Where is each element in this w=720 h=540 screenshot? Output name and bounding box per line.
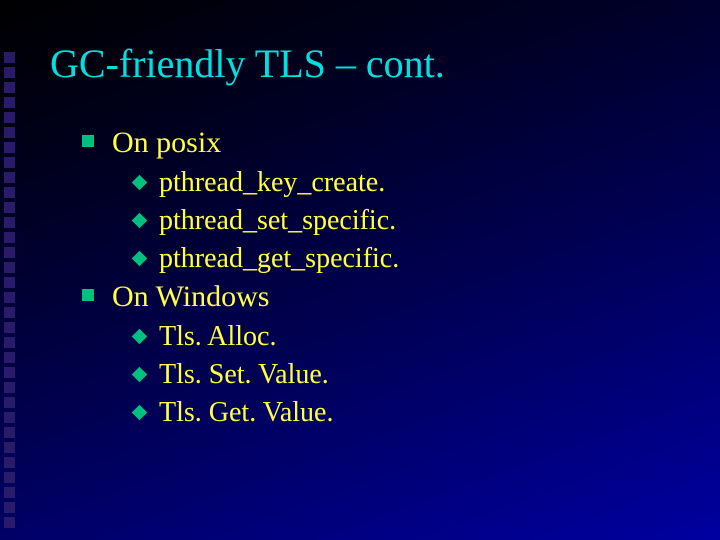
- list-item: On posix: [82, 123, 680, 162]
- diamond-bullet-icon: [132, 250, 148, 266]
- diamond-bullet-icon: [132, 213, 148, 229]
- list-subitem: pthread_set_specific.: [134, 202, 680, 240]
- square-bullet-icon: [82, 289, 94, 301]
- list-subitem-text: pthread_get_specific.: [159, 240, 399, 278]
- list-subitem: pthread_key_create.: [134, 164, 680, 202]
- list-item: On Windows: [82, 277, 680, 316]
- list-subitem: Tls. Get. Value.: [134, 394, 680, 432]
- square-bullet-icon: [82, 135, 94, 147]
- list-item-text: On Windows: [112, 277, 269, 316]
- list-subitem: Tls. Alloc.: [134, 318, 680, 356]
- list-item-text: On posix: [112, 123, 221, 162]
- diamond-bullet-icon: [132, 175, 148, 191]
- list-subitem-text: pthread_key_create.: [159, 164, 385, 202]
- slide-title: GC-friendly TLS – cont.: [50, 40, 680, 87]
- list-subitem-text: Tls. Alloc.: [159, 318, 276, 356]
- list-subitem: pthread_get_specific.: [134, 240, 680, 278]
- diamond-bullet-icon: [132, 367, 148, 383]
- list-subitem: Tls. Set. Value.: [134, 356, 680, 394]
- list-subitem-text: pthread_set_specific.: [159, 202, 396, 240]
- diamond-bullet-icon: [132, 329, 148, 345]
- list-subitem-text: Tls. Get. Value.: [159, 394, 333, 432]
- slide-body: On posix pthread_key_create. pthread_set…: [82, 123, 680, 432]
- list-subitem-text: Tls. Set. Value.: [159, 356, 329, 394]
- diamond-bullet-icon: [132, 405, 148, 421]
- slide: GC-friendly TLS – cont. On posix pthread…: [0, 0, 720, 540]
